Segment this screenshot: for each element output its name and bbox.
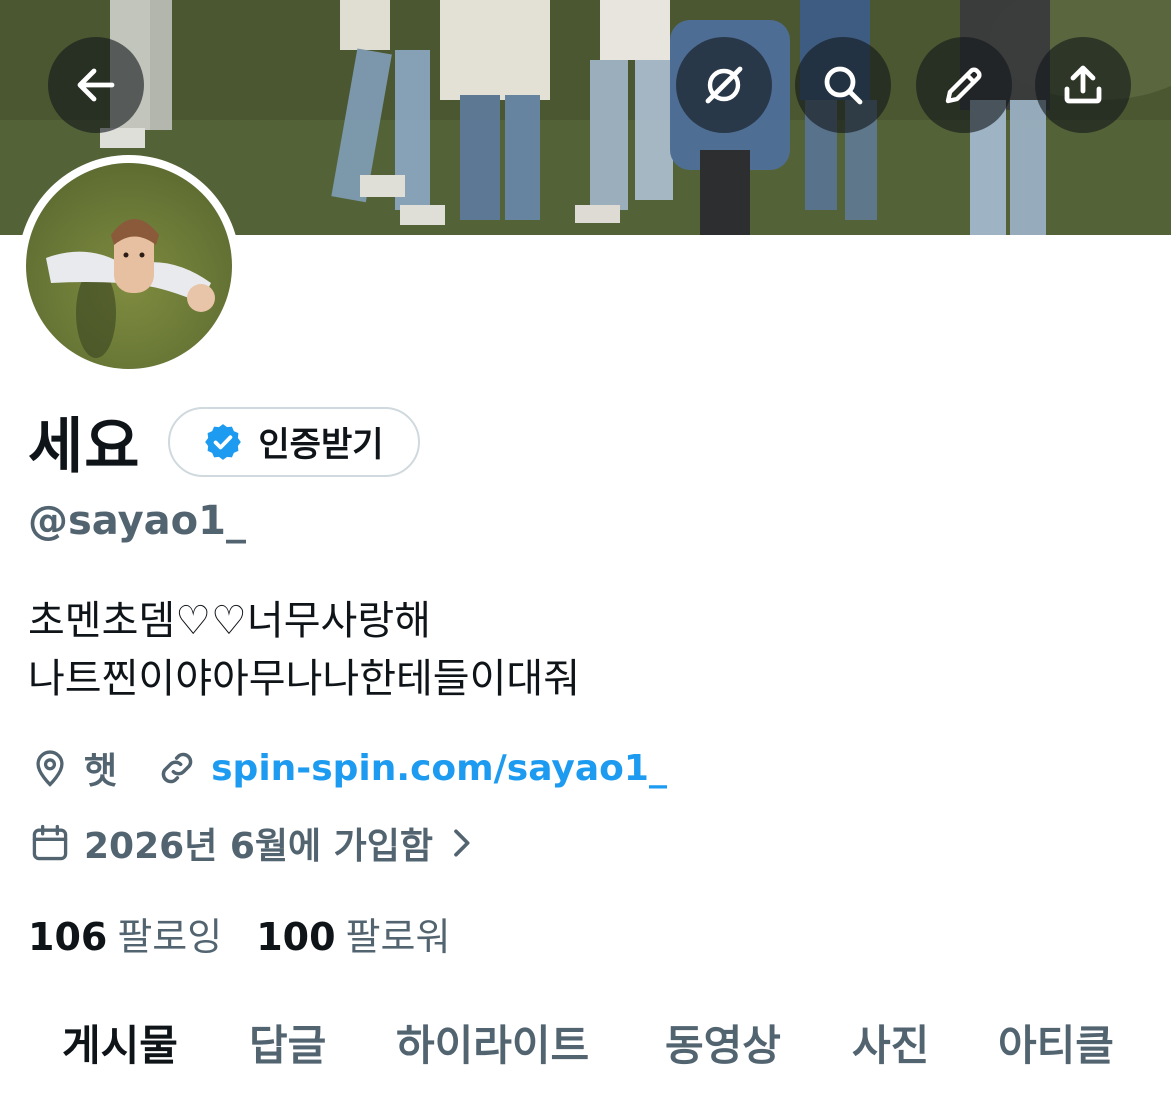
grok-icon [705, 66, 743, 104]
tab-posts[interactable]: 게시물 [62, 1012, 178, 1073]
edit-pencil-icon [945, 67, 982, 104]
chevron-right-icon [454, 829, 470, 857]
location-pin-icon [36, 750, 64, 787]
location-text: 햇 [84, 751, 118, 792]
profile-tabs: 게시물 답글 하이라이트 동영상 사진 아티클 [0, 1012, 1171, 1082]
follow-stats: 106 팔로잉 100 팔로워 [28, 906, 450, 961]
get-verified-button[interactable]: 인증받기 [168, 406, 420, 477]
link-icon [161, 752, 193, 784]
followers-label: 팔로워 [345, 915, 451, 959]
bio: 초멘초뎀♡♡너무사랑해 나트찐이야아무나나한테들이대줘 [28, 592, 580, 708]
arrow-left-icon [77, 68, 115, 102]
following-label: 팔로잉 [117, 915, 223, 959]
tab-highlights[interactable]: 하이라이트 [396, 1012, 589, 1073]
profile-page: 세요 인증받기 @sayao1_ 초멘초뎀♡♡너무사랑해 나트찐이야아무나나한테… [0, 0, 1171, 1100]
tab-photos[interactable]: 사진 [852, 1012, 929, 1073]
followers-count: 100 [256, 915, 336, 959]
following-count: 106 [28, 915, 108, 959]
search-icon [824, 66, 863, 105]
username-handle: @sayao1_ [28, 498, 246, 544]
bio-line: 초멘초뎀♡♡너무사랑해 [28, 598, 431, 644]
name-row: 세요 인증받기 [28, 398, 420, 485]
joined-date-row[interactable]: 2026년 6월에 가입함 [28, 817, 481, 869]
profile-meta-location-website: 햇 spin-spin.com/sayao1_ [28, 742, 667, 794]
avatar-image [26, 163, 232, 369]
followers-link[interactable]: 100 팔로워 [256, 906, 450, 961]
tab-articles[interactable]: 아티클 [998, 1012, 1114, 1073]
bio-line: 나트찐이야아무나나한테들이대줘 [28, 656, 580, 702]
following-link[interactable]: 106 팔로잉 [28, 906, 222, 961]
calendar-icon [32, 824, 68, 861]
tab-replies[interactable]: 답글 [249, 1012, 326, 1073]
grok-button[interactable] [676, 37, 772, 133]
share-upload-icon [1064, 65, 1102, 104]
verified-badge-icon [205, 423, 242, 460]
tab-videos[interactable]: 동영상 [665, 1012, 781, 1073]
joined-date-text: 2026년 6월에 가입함 [84, 826, 434, 867]
website-link[interactable]: spin-spin.com/sayao1_ [211, 748, 667, 789]
get-verified-label: 인증받기 [258, 425, 384, 465]
share-button[interactable] [1035, 37, 1131, 133]
avatar[interactable] [18, 155, 240, 377]
search-button[interactable] [795, 37, 891, 133]
display-name: 세요 [28, 412, 141, 482]
back-button[interactable] [48, 37, 144, 133]
edit-button[interactable] [916, 37, 1012, 133]
